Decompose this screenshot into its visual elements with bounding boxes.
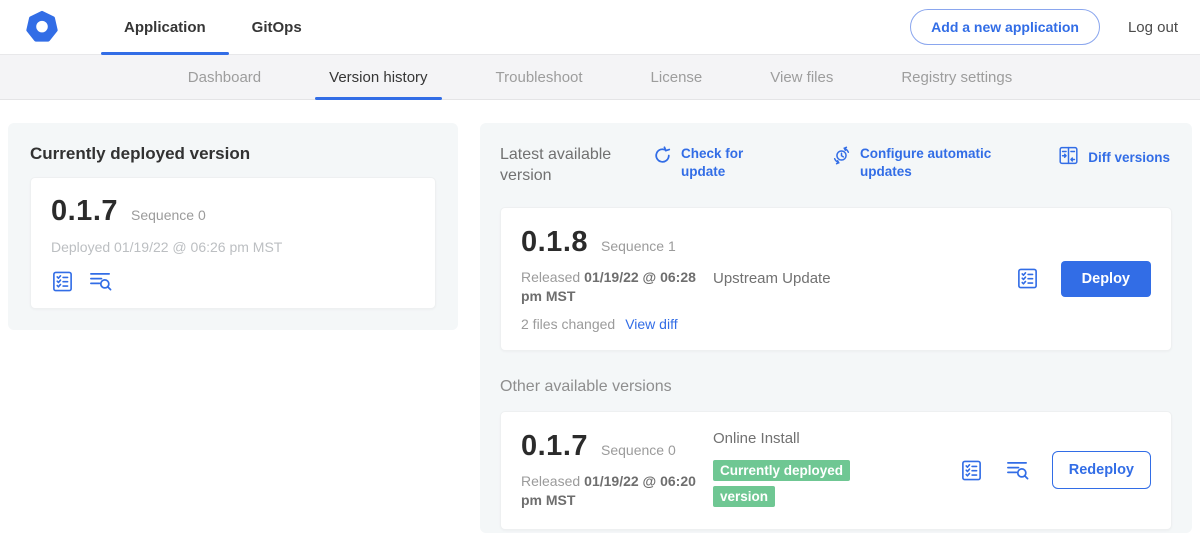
configure-automatic-updates-button[interactable]: Configure automatic updates [831,145,1020,180]
check-for-update-label: Check for update [681,145,791,180]
currently-deployed-badge: Currently deployed version [713,460,850,507]
preflight-checks-icon[interactable] [51,270,74,293]
preflight-checks-icon[interactable] [960,459,983,482]
currently-deployed-panel: Currently deployed version 0.1.7 Sequenc… [8,123,458,330]
current-version-actions [51,270,415,293]
online-install-label: Online Install [713,430,800,447]
released-prefix: Released [521,269,580,285]
preflight-checks-icon[interactable] [1016,267,1039,290]
released-prefix: Released [521,473,580,489]
other-versions-title: Other available versions [500,378,1172,396]
subnav-item-view-files[interactable]: View files [756,55,847,99]
current-deployed-timestamp: Deployed 01/19/22 @ 06:26 pm MST [51,239,415,255]
redeploy-button[interactable]: Redeploy [1052,451,1151,489]
other-version-actions: Redeploy [960,451,1151,489]
latest-available-title: Latest available version [500,145,652,187]
subnav-registry-settings-label: Registry settings [901,69,1012,86]
deploy-button[interactable]: Deploy [1061,261,1151,297]
latest-version-source: Upstream Update [713,270,1016,288]
version-history-panel: Latest available version Check for updat… [480,123,1192,533]
latest-available-header: Latest available version Check for updat… [500,145,1170,187]
current-version-sequence: Sequence 0 [131,207,206,223]
subnav-dashboard-label: Dashboard [188,69,261,86]
subnav-troubleshoot-label: Troubleshoot [496,69,583,86]
view-logs-icon[interactable] [1005,459,1030,482]
latest-version-info: 0.1.8 Sequence 1 Released01/19/22 @ 06:2… [521,226,713,332]
main-content: Currently deployed version 0.1.7 Sequenc… [0,100,1200,533]
subnav-item-version-history[interactable]: Version history [315,55,441,99]
latest-version-number: 0.1.8 [521,226,588,259]
latest-version-row: 0.1.8 Sequence 1 [521,226,713,259]
app-header: Application GitOps Add a new application… [0,0,1200,55]
tab-application-label: Application [124,19,206,36]
subnav-item-dashboard[interactable]: Dashboard [174,55,275,99]
refresh-icon [652,145,673,171]
files-changed-count: 2 files changed [521,316,615,332]
header-right: Add a new application Log out [910,0,1200,54]
diff-versions-label: Diff versions [1088,149,1170,167]
subnav-version-history-label: Version history [329,69,427,86]
latest-files-row: 2 files changed View diff [521,316,713,332]
diff-versions-button[interactable]: Diff versions [1057,145,1170,171]
tab-application[interactable]: Application [101,0,229,54]
current-version-card: 0.1.7 Sequence 0 Deployed 01/19/22 @ 06:… [30,177,436,309]
latest-released-timestamp: Released01/19/22 @ 06:28 pm MST [521,268,713,307]
app-subnav: Dashboard Version history Troubleshoot L… [0,55,1200,100]
other-released-timestamp: Released01/19/22 @ 06:20 pm MST [521,472,713,511]
logout-link[interactable]: Log out [1128,19,1178,36]
clock-refresh-icon [831,145,852,171]
subnav-item-license[interactable]: License [637,55,717,99]
other-version-sequence: Sequence 0 [601,442,676,458]
subnav-view-files-label: View files [770,69,833,86]
diff-table-icon [1057,145,1080,171]
other-version-number: 0.1.7 [521,430,588,463]
subnav-item-registry-settings[interactable]: Registry settings [887,55,1026,99]
other-version-source: Online Install Currently deployed versio… [713,430,960,511]
view-logs-icon[interactable] [88,270,113,293]
latest-version-actions: Deploy [1016,261,1151,297]
current-version-row: 0.1.7 Sequence 0 [51,195,415,228]
current-version-number: 0.1.7 [51,195,118,228]
configure-automatic-updates-label: Configure automatic updates [860,145,1020,180]
latest-version-card: 0.1.8 Sequence 1 Released01/19/22 @ 06:2… [500,207,1172,351]
currently-deployed-title: Currently deployed version [30,144,436,164]
currently-deployed-badge-wrap: Currently deployed version [713,458,865,511]
add-application-button[interactable]: Add a new application [910,9,1100,45]
top-tabs: Application GitOps [101,0,325,54]
subnav-item-troubleshoot[interactable]: Troubleshoot [482,55,597,99]
upstream-update-label: Upstream Update [713,270,831,287]
tab-gitops[interactable]: GitOps [229,0,325,54]
other-version-row: 0.1.7 Sequence 0 [521,430,713,463]
other-version-card: 0.1.7 Sequence 0 Released01/19/22 @ 06:2… [500,411,1172,530]
latest-version-sequence: Sequence 1 [601,238,676,254]
other-version-info: 0.1.7 Sequence 0 Released01/19/22 @ 06:2… [521,430,713,511]
app-logo-icon[interactable] [25,10,59,44]
view-diff-link[interactable]: View diff [625,316,677,332]
subnav-license-label: License [651,69,703,86]
tab-gitops-label: GitOps [252,19,302,36]
check-for-update-button[interactable]: Check for update [652,145,791,180]
